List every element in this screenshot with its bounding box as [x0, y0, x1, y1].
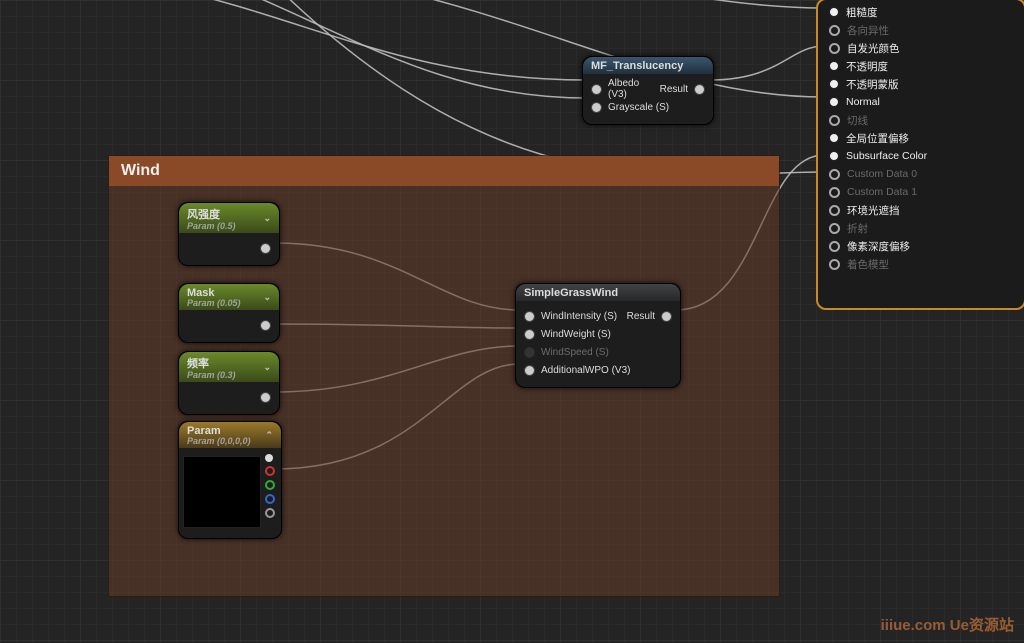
material-pin[interactable]: Custom Data 0 [819, 165, 1023, 183]
material-pin[interactable]: 不透明蒙版 [819, 75, 1023, 93]
node-subtitle: Param (0.3) [187, 370, 236, 380]
pin-label: Albedo (V3) [608, 78, 660, 100]
pin-empty-icon [829, 187, 840, 198]
pin-output-a[interactable] [265, 508, 275, 518]
pin-output-g[interactable] [265, 480, 275, 490]
node-mf-translucency[interactable]: MF_Translucency Albedo (V3) Result Grays… [582, 56, 714, 125]
node-title: 频率 [187, 358, 209, 370]
pin-label: 像素深度偏移 [847, 239, 910, 254]
pin-label: 着色模型 [847, 257, 889, 272]
pin-label: 粗糙度 [846, 5, 878, 20]
material-pin[interactable]: 着色模型 [819, 255, 1023, 273]
pin-label: 折射 [847, 221, 868, 236]
material-output-panel[interactable]: 粗糙度各向异性自发光颜色不透明度不透明蒙版 Normal 切线全局位置偏移 Subsu… [818, 0, 1024, 308]
pin-label: Subsurface Color [846, 150, 927, 162]
node-param-wind-intensity[interactable]: 风强度Param (0.5) ⌄ [178, 202, 280, 266]
pin-connected-icon [829, 133, 839, 143]
pin-label: WindWeight (S) [541, 329, 611, 340]
material-pin[interactable]: 各向异性 [819, 21, 1023, 39]
pin-label: AdditionalWPO (V3) [541, 365, 630, 376]
node-title: SimpleGrassWind [524, 287, 618, 299]
pin-label: Normal [846, 96, 880, 108]
node-param-frequency[interactable]: 频率Param (0.3) ⌄ [178, 351, 280, 415]
chevron-down-icon[interactable]: ⌄ [263, 362, 271, 373]
material-pin[interactable]: Normal [819, 93, 1023, 111]
node-subtitle: Param (0.5) [187, 221, 236, 231]
material-pin[interactable]: 不透明度 [819, 57, 1023, 75]
node-simple-grass-wind[interactable]: SimpleGrassWind WindIntensity (S) Result… [515, 283, 681, 388]
pin-output-rgba[interactable] [265, 454, 273, 462]
material-pin[interactable]: Subsurface Color [819, 147, 1023, 165]
pin-label: Custom Data 0 [847, 168, 917, 180]
pin-label: 环境光遮挡 [847, 203, 900, 218]
comment-title: Wind [109, 156, 779, 186]
pin-label: Result [660, 84, 688, 95]
node-subtitle: Param (0.05) [187, 298, 241, 308]
pin-empty-icon [829, 241, 840, 252]
pin-empty-icon [829, 169, 840, 180]
node-param-vector[interactable]: ParamParam (0,0,0,0)⌃ [178, 421, 282, 539]
pin-label: 不透明度 [846, 59, 888, 74]
material-pin[interactable]: 粗糙度 [819, 3, 1023, 21]
node-subtitle: Param (0,0,0,0) [187, 436, 251, 446]
pin-connected-icon [829, 7, 839, 17]
pin-label: WindSpeed (S) [541, 347, 609, 358]
pin-empty-icon [829, 223, 840, 234]
chevron-down-icon[interactable]: ⌄ [263, 292, 271, 303]
material-pin[interactable]: 像素深度偏移 [819, 237, 1023, 255]
pin-empty-icon [829, 25, 840, 36]
material-pin[interactable]: 全局位置偏移 [819, 129, 1023, 147]
pin-label: 切线 [847, 113, 868, 128]
node-title: MF_Translucency [591, 60, 683, 72]
watermark: iiiue.com Ue资源站 [881, 614, 1014, 635]
material-pin[interactable]: 环境光遮挡 [819, 201, 1023, 219]
chevron-down-icon[interactable]: ⌄ [263, 213, 271, 224]
pin-connected-icon [829, 61, 839, 71]
pin-output-r[interactable] [265, 466, 275, 476]
pin-empty-icon [829, 115, 840, 126]
material-pin[interactable]: Custom Data 1 [819, 183, 1023, 201]
node-param-mask[interactable]: MaskParam (0.05)⌄ [178, 283, 280, 343]
pin-output-b[interactable] [265, 494, 275, 504]
node-title: 风强度 [187, 209, 220, 221]
material-pin[interactable]: 自发光颜色 [819, 39, 1023, 57]
chevron-up-icon[interactable]: ⌃ [265, 430, 273, 441]
material-pin[interactable]: 切线 [819, 111, 1023, 129]
pin-label: Result [627, 311, 655, 322]
pin-label: Grayscale (S) [608, 102, 669, 113]
pin-empty-icon [829, 43, 840, 54]
pin-connected-icon [829, 151, 839, 161]
pin-empty-icon [829, 205, 840, 216]
pin-label: 各向异性 [847, 23, 889, 38]
pin-label: 不透明蒙版 [846, 77, 899, 92]
material-pin[interactable]: 折射 [819, 219, 1023, 237]
pin-label: 自发光颜色 [847, 41, 900, 56]
pin-empty-icon [829, 259, 840, 270]
pin-label: 全局位置偏移 [846, 131, 909, 146]
pin-label: WindIntensity (S) [541, 311, 617, 322]
pin-connected-icon [829, 79, 839, 89]
pin-connected-icon [829, 97, 839, 107]
material-graph-canvas[interactable]: Wind MF_Translucency Albedo (V3) Result … [0, 0, 1024, 643]
pin-label: Custom Data 1 [847, 186, 917, 198]
